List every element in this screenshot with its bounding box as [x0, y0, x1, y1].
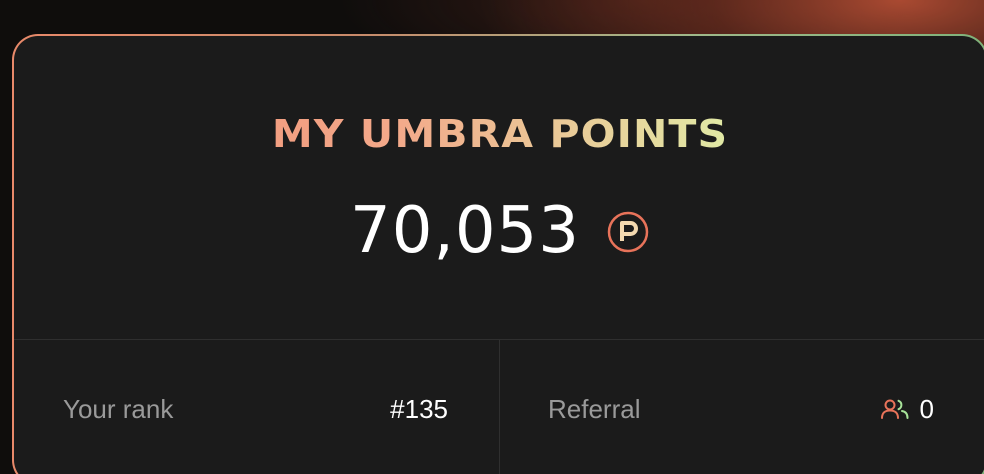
points-value: 70,053	[350, 194, 580, 268]
vertical-divider	[499, 340, 500, 474]
referral-label: Referral	[548, 394, 641, 424]
referral-value: 0	[919, 394, 934, 424]
referral-count: 0	[880, 392, 934, 426]
card-title: MY UMBRA POINTS	[14, 112, 984, 156]
rank-label: Your rank	[63, 394, 174, 424]
rank-value: #135	[390, 394, 448, 424]
points-row: 70,053	[14, 194, 984, 268]
users-icon	[880, 399, 909, 419]
points-card-border: MY UMBRA POINTS 70,053 Your rank #135 Re…	[12, 34, 984, 474]
points-card: MY UMBRA POINTS 70,053 Your rank #135 Re…	[14, 36, 984, 474]
points-coin-icon	[607, 211, 649, 253]
